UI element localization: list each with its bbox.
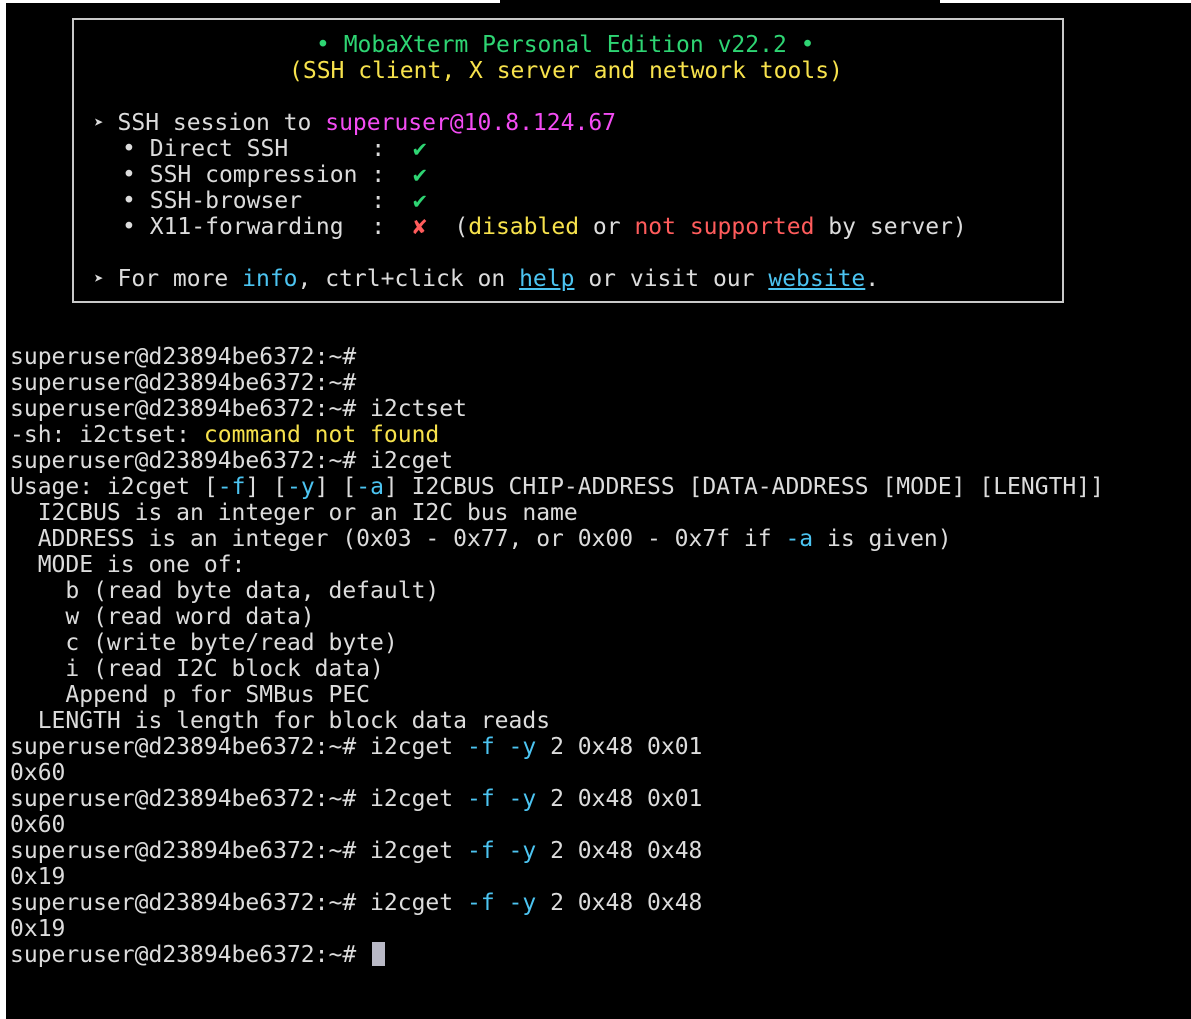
help-link[interactable]: help <box>519 266 574 292</box>
text-cursor[interactable] <box>372 942 386 966</box>
terminal-line: superuser@d23894be6372:~# i2cget -f -y 2… <box>10 890 703 916</box>
usage-line: c (write byte/read byte) <box>10 630 398 656</box>
terminal-line: superuser@d23894be6372:~# i2cget -f -y 2… <box>10 734 703 760</box>
terminal-window[interactable]: • MobaXterm Personal Edition v22.2 • (SS… <box>6 0 1191 1019</box>
prompt: superuser@d23894be6372:~# <box>10 396 357 422</box>
usage-line: Append p for SMBus PEC <box>10 682 371 708</box>
command-output: 0x60 <box>10 812 66 838</box>
prompt: superuser@d23894be6372:~# <box>10 942 357 968</box>
prompt: superuser@d23894be6372:~# <box>10 344 357 370</box>
feature-direct-ssh: • Direct SSH : ✔ <box>122 136 427 162</box>
banner-subtitle: (SSH client, X server and network tools) <box>289 58 843 84</box>
banner-title: • MobaXterm Personal Edition v22.2 • <box>316 32 815 58</box>
terminal-line: superuser@d23894be6372:~# i2cget -f -y 2… <box>10 838 703 864</box>
prompt: superuser@d23894be6372:~# <box>10 890 357 916</box>
terminal-line: superuser@d23894be6372:~# i2cget <box>10 448 454 474</box>
session-host: superuser@10.8.124.67 <box>325 110 617 136</box>
prompt: superuser@d23894be6372:~# <box>10 838 357 864</box>
terminal-line: superuser@d23894be6372:~# <box>10 370 356 396</box>
command-output: 0x19 <box>10 916 66 942</box>
cross-icon: ✘ <box>412 214 427 240</box>
terminal-input-line[interactable]: superuser@d23894be6372:~# <box>10 942 386 968</box>
terminal-line: -sh: i2ctset: command not found <box>10 422 440 448</box>
info-line: ➤ For more info, ctrl+click on help or v… <box>94 266 880 292</box>
prompt: superuser@d23894be6372:~# <box>10 786 357 812</box>
usage-line: w (read word data) <box>10 604 315 630</box>
terminal-line: superuser@d23894be6372:~# <box>10 344 356 370</box>
prompt: superuser@d23894be6372:~# <box>10 448 357 474</box>
feature-ssh-browser: • SSH-browser : ✔ <box>122 188 427 214</box>
usage-line: Usage: i2cget [-f] [-y] [-a] I2CBUS CHIP… <box>10 474 1104 500</box>
usage-line: i (read I2C block data) <box>10 656 384 682</box>
check-icon: ✔ <box>412 162 427 188</box>
check-icon: ✔ <box>412 188 427 214</box>
usage-line: ADDRESS is an integer (0x03 - 0x77, or 0… <box>10 526 952 552</box>
tab-strip <box>6 0 1191 3</box>
usage-line: b (read byte data, default) <box>10 578 440 604</box>
arrow-icon: ➤ <box>94 269 104 288</box>
prompt: superuser@d23894be6372:~# <box>10 734 357 760</box>
usage-line: MODE is one of: <box>10 552 246 578</box>
arrow-icon: ➤ <box>94 113 104 132</box>
terminal-line: superuser@d23894be6372:~# i2cget -f -y 2… <box>10 786 703 812</box>
feature-ssh-compression: • SSH compression : ✔ <box>122 162 427 188</box>
terminal-line: superuser@d23894be6372:~# i2ctset <box>10 396 467 422</box>
prompt: superuser@d23894be6372:~# <box>10 370 357 396</box>
command-output: 0x19 <box>10 864 66 890</box>
check-icon: ✔ <box>412 136 427 162</box>
website-link[interactable]: website <box>768 266 865 292</box>
usage-line: I2CBUS is an integer or an I2C bus name <box>10 500 578 526</box>
feature-x11-forwarding: • X11-forwarding : ✘ (disabled or not su… <box>122 214 967 240</box>
ssh-session-line: ➤ SSH session to superuser@10.8.124.67 <box>94 110 617 136</box>
usage-line: LENGTH is length for block data reads <box>10 708 551 734</box>
command-output: 0x60 <box>10 760 66 786</box>
error-text: command not found <box>203 422 440 448</box>
